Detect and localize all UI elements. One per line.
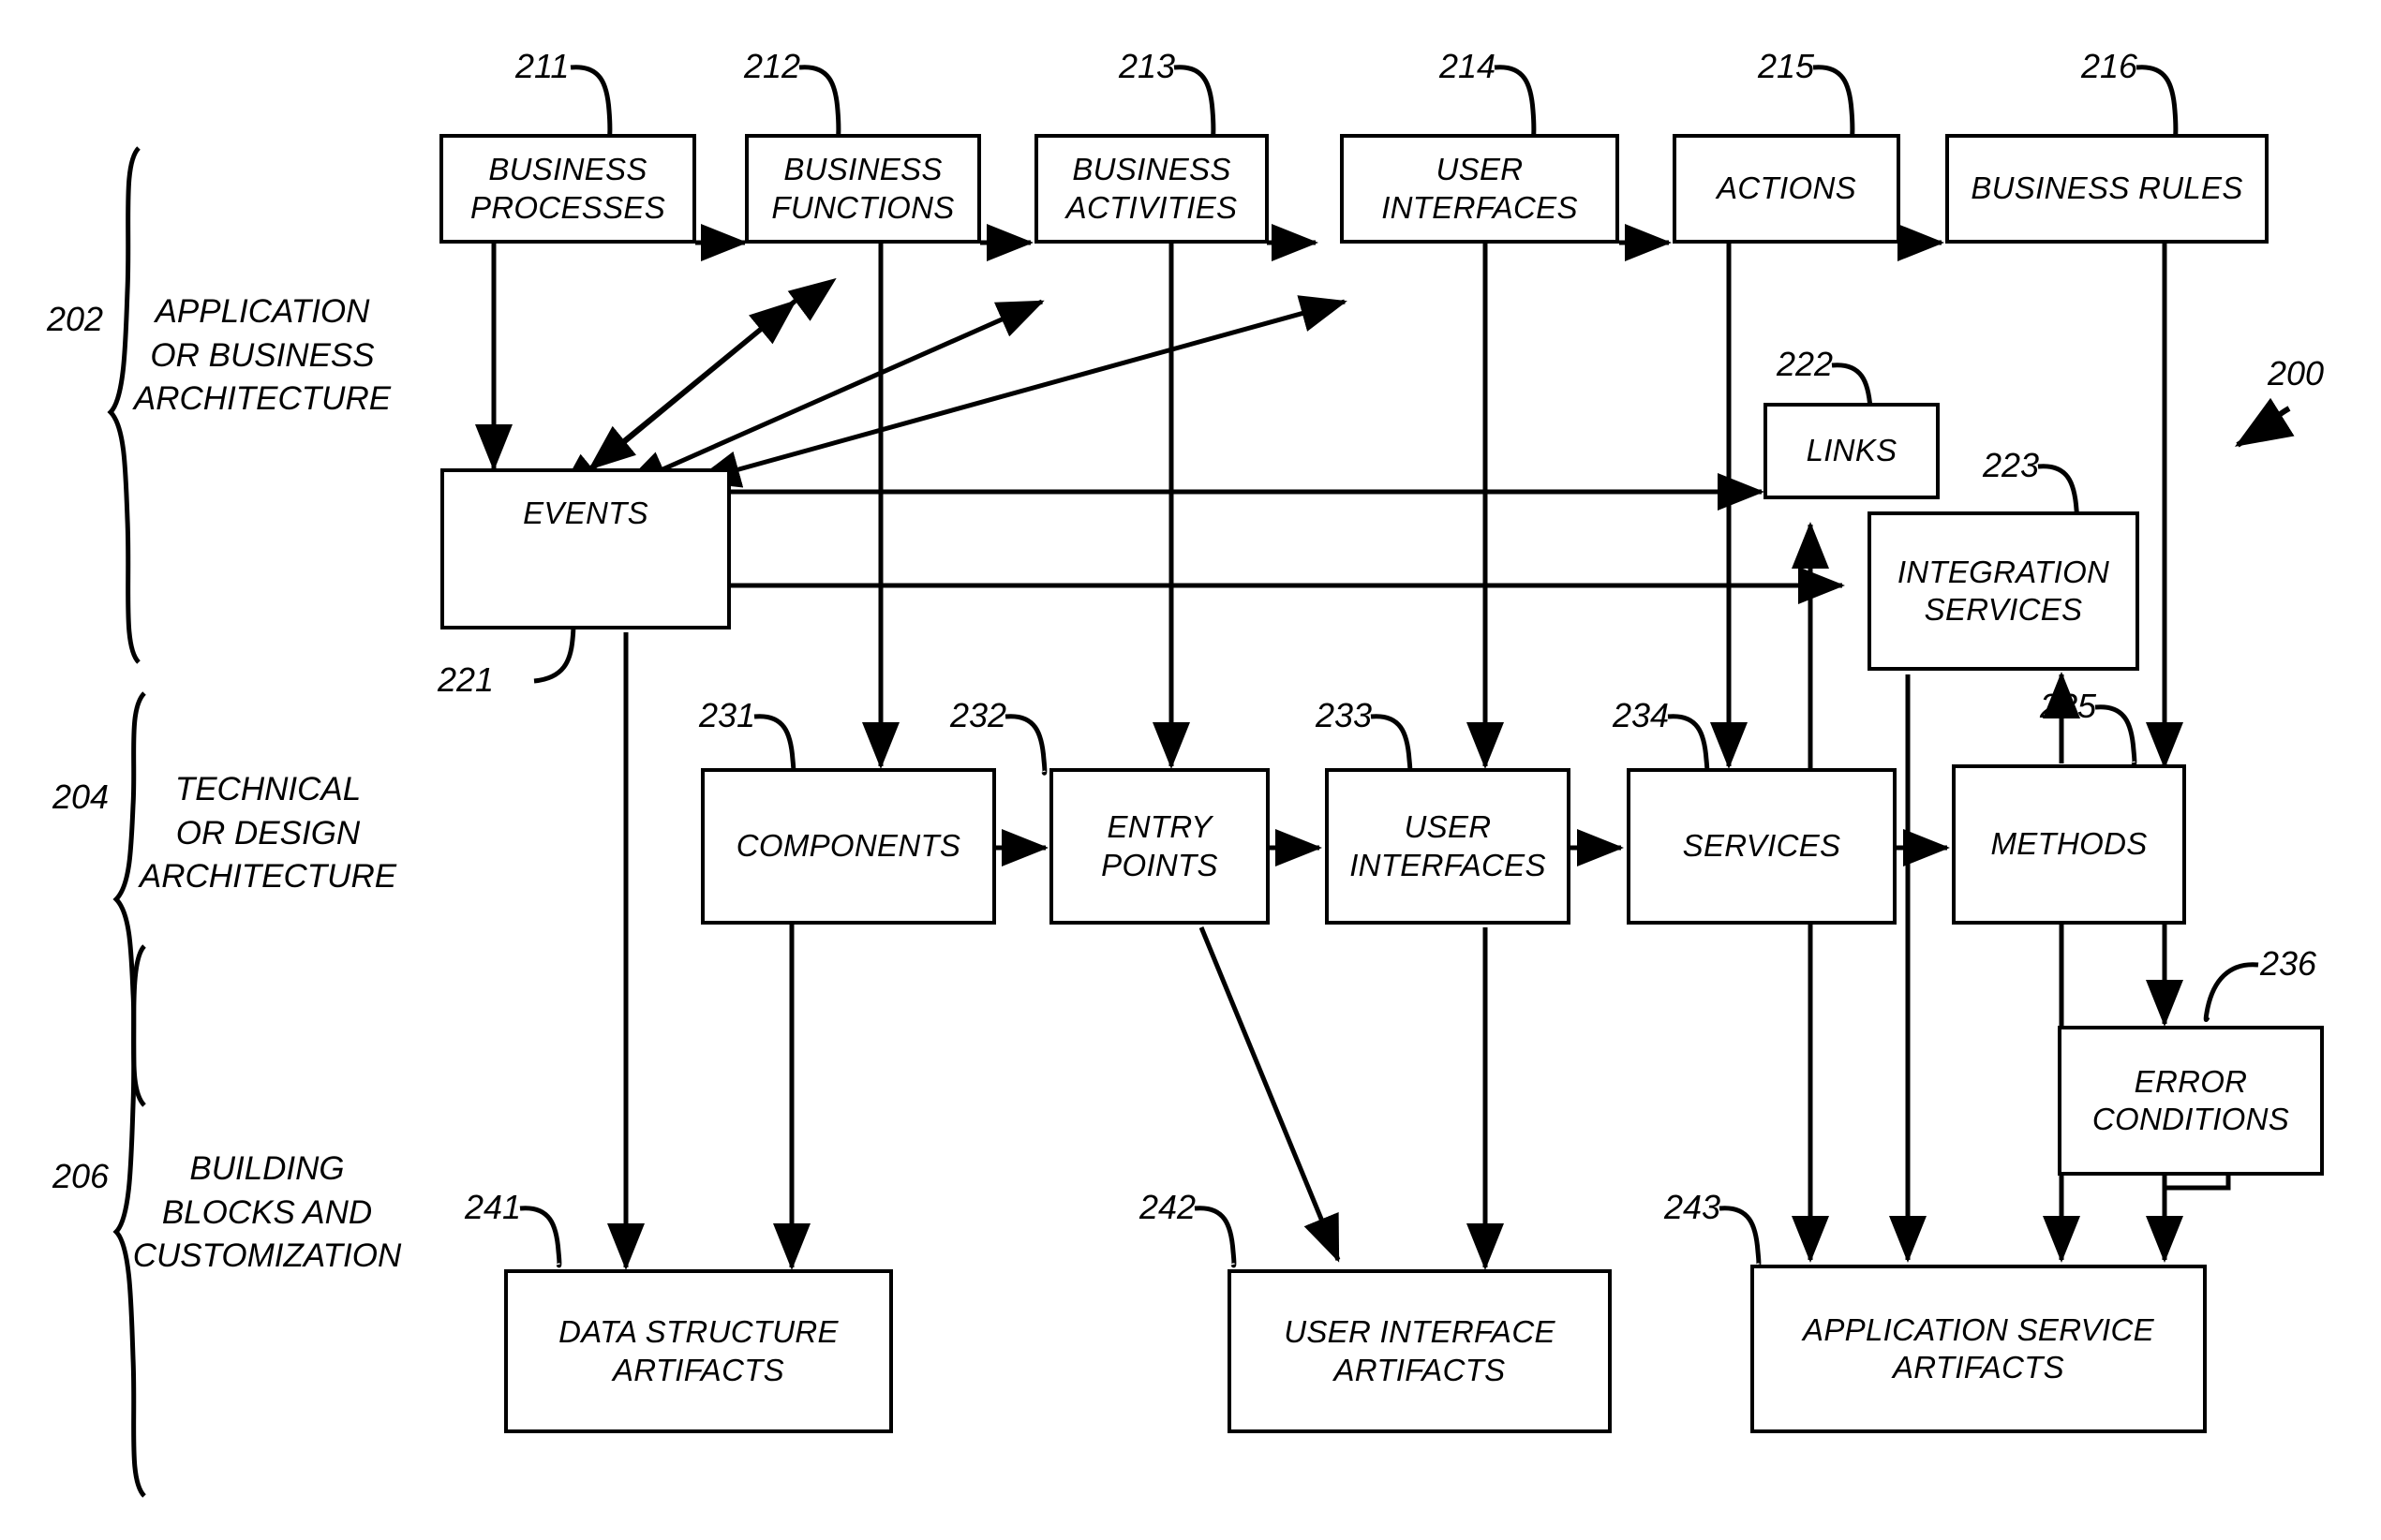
ref-231: 231 bbox=[699, 696, 756, 734]
figure-ref-200: 200 bbox=[2268, 354, 2325, 392]
section-label-206: BUILDING BLOCKS AND CUSTOMIZATION bbox=[132, 1150, 402, 1275]
ref-212: 212 bbox=[744, 47, 801, 85]
flow-verticals-to-tech bbox=[862, 187, 2183, 770]
node-business-processes[interactable]: BUSINESS PROCESSES bbox=[439, 134, 696, 244]
node-user-interfaces-tech[interactable]: USER INTERFACES bbox=[1325, 768, 1570, 925]
node-integration-services[interactable]: INTEGRATION SERVICES bbox=[1868, 511, 2139, 671]
node-services[interactable]: SERVICES bbox=[1627, 768, 1897, 925]
figure-ref-arrow bbox=[2234, 397, 2295, 448]
node-entry-points[interactable]: ENTRY POINTS bbox=[1049, 768, 1270, 925]
node-error-conditions[interactable]: ERROR CONDITIONS bbox=[2058, 1026, 2324, 1176]
section-label-204: TECHNICAL OR DESIGN ARCHITECTURE bbox=[139, 771, 397, 896]
ref-213: 213 bbox=[1119, 47, 1176, 85]
ref-243: 243 bbox=[1664, 1188, 1721, 1226]
ref-236: 236 bbox=[2260, 944, 2317, 983]
patent-figure-canvas: 202 APPLICATION OR BUSINESS ARCHITECTURE… bbox=[0, 0, 2381, 1540]
ref-214: 214 bbox=[1439, 47, 1496, 85]
node-actions[interactable]: ACTIONS bbox=[1673, 134, 1900, 244]
node-events[interactable]: EVENTS bbox=[440, 468, 731, 629]
ref-215: 215 bbox=[1758, 47, 1815, 85]
diag-activities bbox=[620, 299, 1045, 489]
ref-242: 242 bbox=[1139, 1188, 1197, 1226]
node-business-rules[interactable]: BUSINESS RULES bbox=[1945, 134, 2269, 244]
node-business-activities[interactable]: BUSINESS ACTIVITIES bbox=[1034, 134, 1269, 244]
ref-221: 221 bbox=[438, 660, 495, 699]
ref-216: 216 bbox=[2081, 47, 2138, 85]
flow-entrypoints-uia bbox=[1198, 926, 1341, 1263]
ref-232: 232 bbox=[950, 696, 1007, 734]
section-label-202: APPLICATION OR BUSINESS ARCHITECTURE bbox=[133, 293, 392, 418]
section-ref-204: 204 bbox=[52, 777, 110, 816]
node-business-functions[interactable]: BUSINESS FUNCTIONS bbox=[745, 134, 981, 244]
node-application-service-artifacts[interactable]: APPLICATION SERVICE ARTIFACTS bbox=[1750, 1265, 2207, 1433]
diag-funcs bbox=[556, 300, 797, 498]
ref-233: 233 bbox=[1316, 696, 1373, 734]
ref-241: 241 bbox=[465, 1188, 522, 1226]
ref-222: 222 bbox=[1777, 345, 1834, 383]
node-methods[interactable]: METHODS bbox=[1952, 764, 2186, 925]
node-links[interactable]: LINKS bbox=[1763, 403, 1940, 499]
diag-userinterfaces bbox=[692, 295, 1347, 488]
ref-234: 234 bbox=[1613, 696, 1670, 734]
bracket-204 bbox=[112, 691, 146, 1107]
section-ref-202: 202 bbox=[47, 300, 104, 338]
section-ref-206: 206 bbox=[52, 1157, 110, 1195]
ref-223: 223 bbox=[1983, 446, 2040, 484]
node-components[interactable]: COMPONENTS bbox=[701, 768, 996, 925]
node-user-interface-artifacts[interactable]: USER INTERFACE ARTIFACTS bbox=[1228, 1269, 1612, 1433]
node-data-structure-artifacts[interactable]: DATA STRUCTURE ARTIFACTS bbox=[504, 1269, 893, 1433]
ref-211: 211 bbox=[515, 47, 570, 85]
node-user-interfaces-app[interactable]: USER INTERFACES bbox=[1340, 134, 1619, 244]
ref-235: 235 bbox=[2040, 687, 2097, 725]
